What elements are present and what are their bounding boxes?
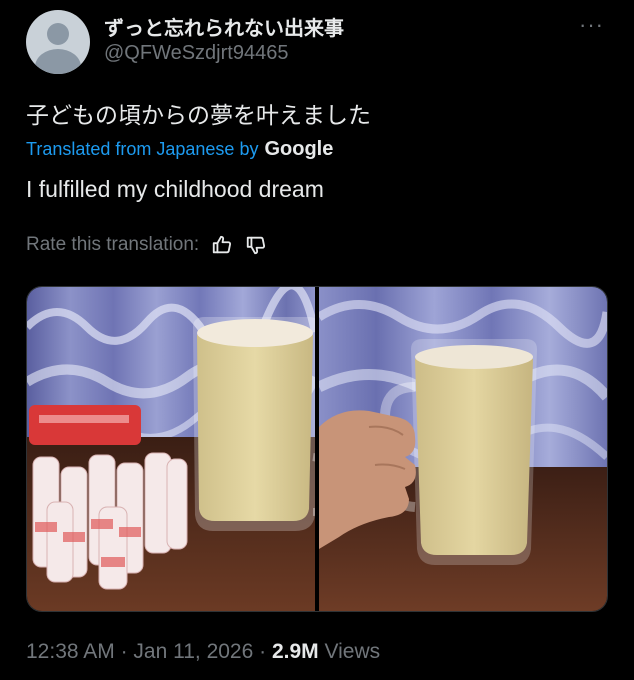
tweet-time[interactable]: 12:38 AM xyxy=(26,640,115,663)
avatar-head xyxy=(47,23,69,45)
google-logo: Google xyxy=(264,138,334,160)
photo-left-image xyxy=(27,287,315,611)
photo-left[interactable] xyxy=(27,287,315,611)
views-count: 2.9M xyxy=(271,640,319,663)
tweet-translated-text: I fulfilled my childhood dream xyxy=(26,176,324,202)
avatar-body xyxy=(35,49,81,74)
more-options-icon[interactable]: ··· xyxy=(579,12,604,38)
rate-translation-label: Rate this translation: xyxy=(26,234,200,255)
thumbs-up-icon[interactable] xyxy=(211,234,233,256)
tweet-original-text: 子どもの頃からの夢を叶えました xyxy=(26,102,371,128)
tweet-media[interactable] xyxy=(26,286,608,612)
avatar[interactable] xyxy=(26,10,90,74)
thumbs-down-icon[interactable] xyxy=(245,234,267,256)
meta-separator: · xyxy=(253,640,272,663)
translation-attribution: Translated from Japanese by Google xyxy=(26,138,333,161)
views-label: Views xyxy=(318,640,381,663)
photo-right-image xyxy=(319,287,607,611)
tweet-meta: 12:38 AM · Jan 11, 2026 · 2.9M Views xyxy=(26,640,380,664)
rate-translation-row: Rate this translation: xyxy=(26,234,267,256)
photo-right[interactable] xyxy=(319,287,607,611)
translated-from-link[interactable]: Translated from Japanese by xyxy=(26,139,258,160)
tweet-date[interactable]: Jan 11, 2026 xyxy=(133,640,253,663)
author-handle[interactable]: @QFWeSzdjrt94465 xyxy=(104,42,288,65)
author-display-name[interactable]: ずっと忘れられない出来事 xyxy=(104,12,344,41)
meta-separator: · xyxy=(114,640,134,663)
